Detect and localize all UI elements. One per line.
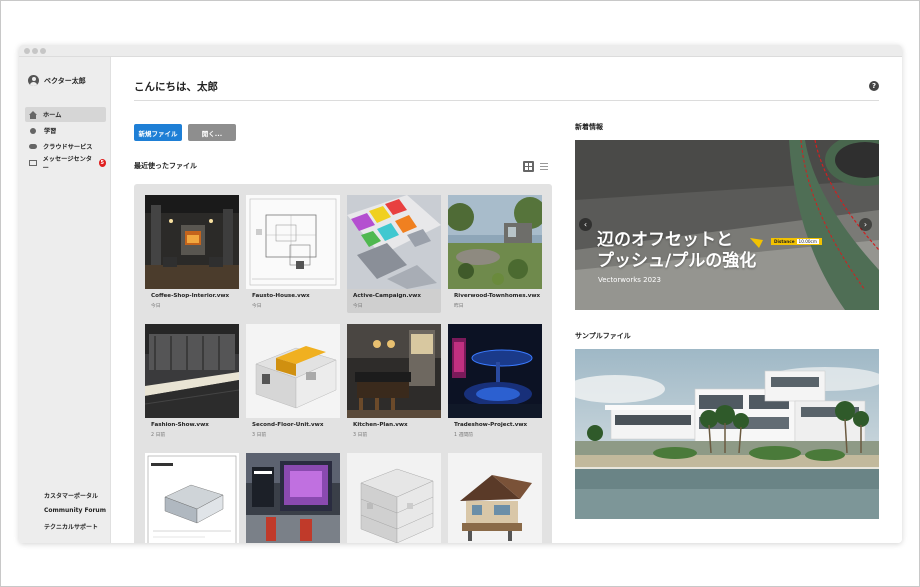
file-card[interactable]: Coffee-Shop-Interior.vwx 今日 <box>145 195 239 313</box>
sidebar-item-cloud-services[interactable]: クラウドサービス <box>25 139 106 154</box>
file-card[interactable] <box>246 453 340 543</box>
customer-portal-link[interactable]: カスタマーポータル <box>44 491 106 507</box>
file-thumbnail <box>246 324 340 418</box>
file-thumbnail <box>347 453 441 543</box>
sample-files-heading: サンプルファイル <box>575 332 631 340</box>
page-title: こんにちは、太郎 <box>134 81 218 93</box>
window-dot-icon[interactable] <box>32 48 38 54</box>
file-thumbnail <box>145 453 239 543</box>
file-thumbnail <box>145 195 239 289</box>
file-thumbnail <box>448 453 542 543</box>
file-card[interactable]: Riverwood-Townhomes.vwx 昨日 <box>448 195 542 313</box>
file-date: 3 日前 <box>252 433 267 438</box>
user-name: ベクター太郎 <box>44 76 86 85</box>
file-thumbnail <box>448 324 542 418</box>
title-bar <box>19 45 902 57</box>
file-thumbnail <box>246 453 340 543</box>
news-headline: 辺のオフセットと プッシュ/プルの強化 <box>597 230 757 271</box>
notification-badge: 5 <box>98 158 106 167</box>
window-dot-icon[interactable] <box>24 48 30 54</box>
technical-support-link[interactable]: テクニカルサポート <box>44 522 106 538</box>
sidebar-item-label: 学習 <box>44 128 57 135</box>
file-name: Second-Floor-Unit.vwx <box>252 422 324 428</box>
file-card[interactable]: Kitchen-Plan.vwx 3 日前 <box>347 324 441 442</box>
file-thumbnail <box>145 324 239 418</box>
mail-icon <box>29 159 37 166</box>
news-banner[interactable]: 辺のオフセットと プッシュ/プルの強化 Vectorworks 2023 Dis… <box>575 140 879 310</box>
sidebar-item-message-center[interactable]: メッセージセンター 5 <box>25 155 106 172</box>
file-card[interactable]: Tradeshow-Project.vwx 1 週間前 <box>448 324 542 442</box>
list-view-icon[interactable] <box>540 163 548 170</box>
sidebar-footer: カスタマーポータル Community Forum テクニカルサポート <box>44 491 106 538</box>
file-name: Tradeshow-Project.vwx <box>454 422 528 428</box>
sample-file-image[interactable] <box>575 349 879 519</box>
sidebar-item-label: ホーム <box>43 112 62 119</box>
user-profile[interactable]: ベクター太郎 <box>28 75 86 86</box>
file-thumbnail <box>347 195 441 289</box>
news-heading: 新着情報 <box>575 123 603 131</box>
avatar-icon <box>28 75 39 86</box>
app-window: ベクター太郎 ホーム 学習 クラウドサービス メッセージセンター 5 カスタマー… <box>19 45 902 543</box>
sidebar-item-home[interactable]: ホーム <box>25 107 106 122</box>
file-thumbnail <box>246 195 340 289</box>
file-card[interactable] <box>145 453 239 543</box>
file-date: 昨日 <box>454 304 464 309</box>
file-name: Riverwood-Townhomes.vwx <box>454 293 541 299</box>
file-card[interactable] <box>347 453 441 543</box>
file-date: 今日 <box>151 304 161 309</box>
file-card[interactable]: Fausto-House.vwx 今日 <box>246 195 340 313</box>
sidebar-nav: ホーム 学習 クラウドサービス メッセージセンター 5 <box>25 107 106 172</box>
file-card[interactable]: Fashion-Show.vwx 2 日前 <box>145 324 239 442</box>
recent-files-heading: 最近使ったファイル <box>134 162 197 170</box>
file-card[interactable]: Active-Campaign.vwx 今日 <box>347 195 441 313</box>
file-date: 3 日前 <box>353 433 368 438</box>
file-date: 1 週間前 <box>454 433 473 438</box>
grid-view-icon[interactable] <box>523 161 534 172</box>
file-card[interactable]: Second-Floor-Unit.vwx 3 日前 <box>246 324 340 442</box>
window-dot-icon[interactable] <box>40 48 46 54</box>
file-name: Kitchen-Plan.vwx <box>353 422 408 428</box>
sidebar-item-learning[interactable]: 学習 <box>25 123 106 138</box>
file-date: 今日 <box>353 304 363 309</box>
home-icon <box>29 110 37 119</box>
sidebar: ベクター太郎 ホーム 学習 クラウドサービス メッセージセンター 5 カスタマー… <box>19 57 111 543</box>
file-thumbnail <box>347 324 441 418</box>
new-file-button[interactable]: 新規ファイル <box>134 124 182 141</box>
file-date: 今日 <box>252 304 262 309</box>
community-forum-link[interactable]: Community Forum <box>44 507 106 523</box>
cloud-icon <box>29 144 37 149</box>
file-thumbnail <box>448 195 542 289</box>
file-card[interactable] <box>448 453 542 543</box>
distance-tag: Distance 10.00cm <box>771 238 822 245</box>
file-name: Fashion-Show.vwx <box>151 422 209 428</box>
chevron-left-icon[interactable]: ‹ <box>579 218 592 231</box>
file-name: Active-Campaign.vwx <box>353 293 421 299</box>
sidebar-item-label: クラウドサービス <box>43 144 93 151</box>
screenshot-frame: ベクター太郎 ホーム 学習 クラウドサービス メッセージセンター 5 カスタマー… <box>0 0 920 587</box>
file-name: Coffee-Shop-Interior.vwx <box>151 293 230 299</box>
news-subtitle: Vectorworks 2023 <box>598 276 661 284</box>
help-icon[interactable]: ? <box>869 81 879 91</box>
file-date: 2 日前 <box>151 433 166 438</box>
main-content: こんにちは、太郎 ? 新規ファイル 開く... 最近使ったファイル Coffee… <box>111 57 902 543</box>
recent-files-grid: Coffee-Shop-Interior.vwx 今日 Fausto-House… <box>134 184 552 543</box>
divider <box>134 100 879 101</box>
chevron-right-icon[interactable]: › <box>859 218 872 231</box>
lightbulb-icon <box>30 127 36 134</box>
sidebar-item-label: メッセージセンター <box>42 155 92 172</box>
open-button[interactable]: 開く... <box>188 124 236 141</box>
file-name: Fausto-House.vwx <box>252 293 310 299</box>
